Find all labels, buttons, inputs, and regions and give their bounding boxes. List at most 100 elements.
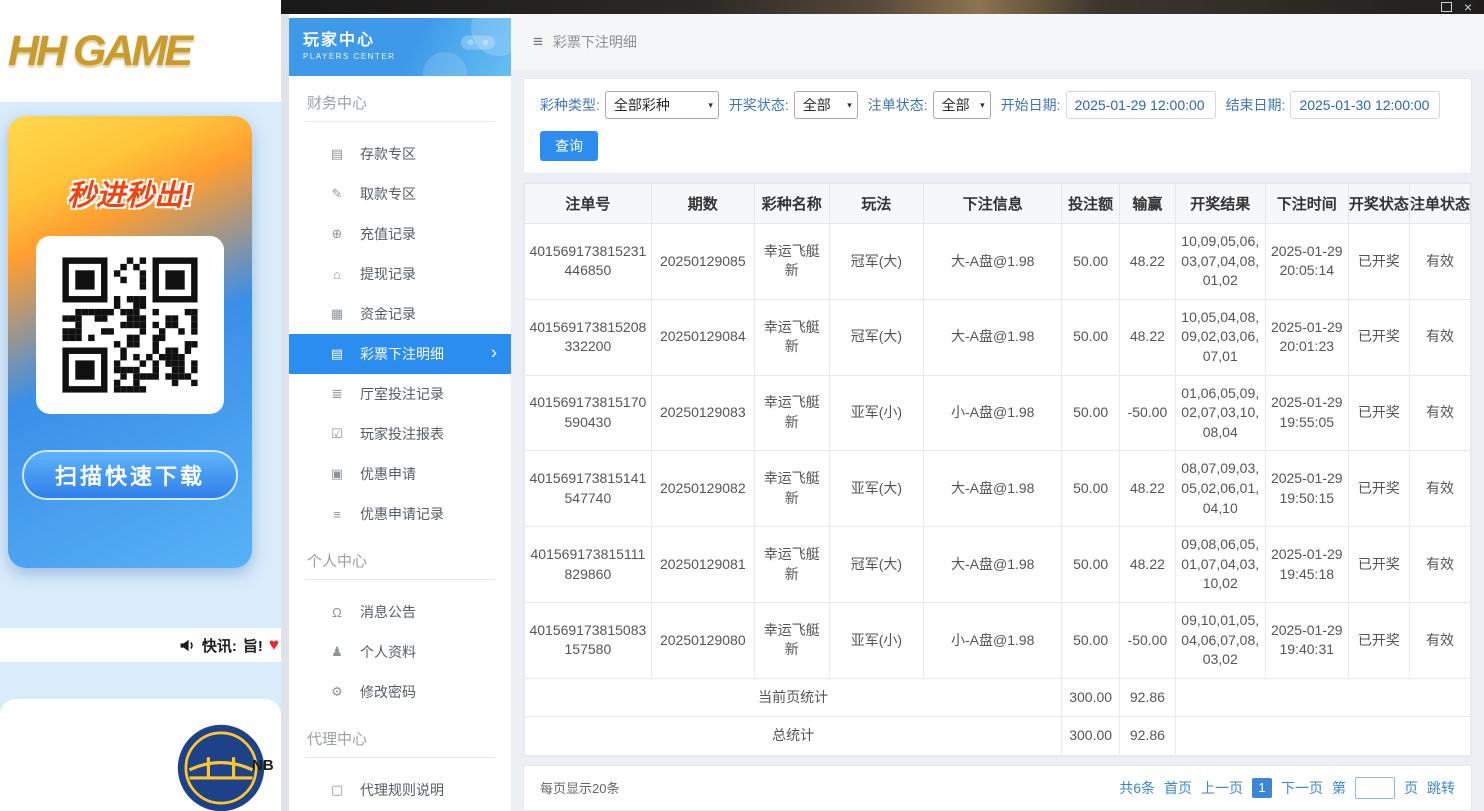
total-count: 共6条 bbox=[1119, 778, 1155, 798]
window-body: 玩家中心 PLAYERS CENTER 财务中心▤存款专区›✎取款专区›⊕充值记… bbox=[281, 14, 1484, 811]
jump-suffix-label: 页 bbox=[1404, 778, 1418, 798]
sidebar: 玩家中心 PLAYERS CENTER 财务中心▤存款专区›✎取款专区›⊕充值记… bbox=[289, 14, 511, 811]
column-header-draw-result: 开奖结果 bbox=[1175, 184, 1265, 224]
players-center-window: × 玩家中心 PLAYERS CENTER 财务中心▤存款专区›✎取款专区›⊕充… bbox=[281, 0, 1484, 811]
restore-window-icon[interactable] bbox=[1441, 2, 1452, 12]
sidebar-item-messages[interactable]: Ω消息公告› bbox=[289, 592, 511, 632]
draw-status-select[interactable]: 全部 ▾ bbox=[794, 91, 858, 119]
sidebar-item-cashout-records[interactable]: ⌂提现记录› bbox=[289, 254, 511, 294]
cell-draw-result: 01,06,05,09,02,07,03,10,08,04 bbox=[1175, 375, 1265, 451]
cell-bet-status: 有效 bbox=[1409, 451, 1470, 527]
cell-period: 20250129084 bbox=[651, 299, 754, 375]
hall-bets-icon: ≣ bbox=[329, 386, 345, 402]
summary-bet-amount: 300.00 bbox=[1062, 678, 1120, 717]
main-panel: ≡ 彩票下注明细 彩种类型: 全部彩种 ▾ 开奖状态: bbox=[511, 14, 1484, 811]
first-page-link[interactable]: 首页 bbox=[1164, 778, 1192, 798]
cell-draw-result: 10,05,04,08,09,02,03,06,07,01 bbox=[1175, 299, 1265, 375]
draw-status-filter: 开奖状态: 全部 ▾ bbox=[729, 91, 858, 119]
bet-status-select[interactable]: 全部 ▾ bbox=[933, 91, 991, 119]
end-date-input[interactable] bbox=[1290, 91, 1440, 119]
bet-status-value: 全部 bbox=[942, 95, 970, 115]
cell-bet-id: 401569173815170590430 bbox=[525, 375, 652, 451]
cell-bet-status: 有效 bbox=[1409, 527, 1470, 603]
sidebar-item-label: 修改密码 bbox=[360, 682, 416, 702]
site-logo: HH GAME bbox=[8, 27, 190, 76]
sidebar-item-agent-rules[interactable]: ▢代理规则说明› bbox=[289, 770, 511, 810]
news-marquee: 快讯: 旨! ♥ bbox=[0, 628, 281, 662]
summary-bet-amount: 300.00 bbox=[1062, 717, 1120, 756]
bets-table-card: 注单号期数彩种名称玩法下注信息投注额输赢开奖结果下注时间开奖状态注单状态 401… bbox=[523, 182, 1472, 757]
sidebar-subtitle: PLAYERS CENTER bbox=[303, 52, 511, 61]
cell-period: 20250129085 bbox=[651, 224, 754, 300]
column-header-bet-status: 注单状态 bbox=[1409, 184, 1470, 224]
chevron-down-icon: ▾ bbox=[980, 100, 985, 111]
column-header-win-loss: 输赢 bbox=[1119, 184, 1175, 224]
page-jump-input[interactable] bbox=[1355, 777, 1395, 799]
sidebar-item-label: 玩家投注报表 bbox=[360, 424, 444, 444]
cell-draw-status: 已开奖 bbox=[1348, 299, 1409, 375]
cell-draw-status: 已开奖 bbox=[1348, 451, 1409, 527]
withdraw-icon: ✎ bbox=[329, 186, 345, 202]
cell-draw-status: 已开奖 bbox=[1348, 375, 1409, 451]
promo-icon: ▣ bbox=[329, 466, 345, 482]
promo-records-icon: ≡ bbox=[329, 507, 345, 522]
menu-toggle-icon[interactable]: ≡ bbox=[533, 32, 543, 52]
cell-bet-time: 2025-01-29 19:45:18 bbox=[1265, 527, 1348, 603]
cell-period: 20250129080 bbox=[651, 602, 754, 678]
cell-bet-info: 大-A盘@1.98 bbox=[924, 527, 1062, 603]
window-titlebar: × bbox=[281, 0, 1484, 14]
sidebar-item-hall-bet-records[interactable]: ≣厅室投注记录› bbox=[289, 374, 511, 414]
close-window-icon[interactable]: × bbox=[1464, 2, 1472, 12]
summary-empty bbox=[1175, 678, 1470, 717]
lottery-type-value: 全部彩种 bbox=[614, 95, 670, 115]
cell-lottery-name: 幸运飞艇新 bbox=[754, 602, 829, 678]
table-row: 40156917381511182986020250129081幸运飞艇新冠军(… bbox=[525, 527, 1471, 603]
chevron-down-icon: ▾ bbox=[708, 100, 713, 111]
next-page-link[interactable]: 下一页 bbox=[1281, 778, 1323, 798]
cell-draw-result: 09,08,06,05,01,07,04,03,10,02 bbox=[1175, 527, 1265, 603]
start-date-label: 开始日期: bbox=[1001, 95, 1061, 115]
marquee-text: 旨! bbox=[243, 635, 263, 656]
lottery-type-select[interactable]: 全部彩种 ▾ bbox=[605, 91, 719, 119]
column-header-bet-amount: 投注额 bbox=[1062, 184, 1120, 224]
qr-code bbox=[56, 251, 204, 399]
sidebar-item-promo-apply-records[interactable]: ≡优惠申请记录› bbox=[289, 494, 511, 534]
sidebar-item-player-bet-report[interactable]: ☑玩家投注报表› bbox=[289, 414, 511, 454]
heart-icon: ♥ bbox=[269, 635, 279, 655]
cell-bet-id: 401569173815111829860 bbox=[525, 527, 652, 603]
start-date-input[interactable] bbox=[1066, 91, 1216, 119]
sidebar-item-lottery-bet-details[interactable]: ▤彩票下注明细› bbox=[289, 334, 511, 374]
cell-draw-status: 已开奖 bbox=[1348, 527, 1409, 603]
jump-button[interactable]: 跳转 bbox=[1427, 778, 1455, 798]
lottery-type-label: 彩种类型: bbox=[540, 95, 600, 115]
sidebar-item-recharge-records[interactable]: ⊕充值记录› bbox=[289, 214, 511, 254]
cell-draw-status: 已开奖 bbox=[1348, 224, 1409, 300]
cell-draw-status: 已开奖 bbox=[1348, 602, 1409, 678]
sidebar-item-funds-records[interactable]: ▦资金记录› bbox=[289, 294, 511, 334]
sidebar-item-label: 存款专区 bbox=[360, 144, 416, 164]
table-row: 40156917381517059043020250129083幸运飞艇新亚军(… bbox=[525, 375, 1471, 451]
draw-status-value: 全部 bbox=[803, 95, 831, 115]
lottery-type-filter: 彩种类型: 全部彩种 ▾ bbox=[540, 91, 719, 119]
search-button[interactable]: 查询 bbox=[540, 131, 598, 161]
cell-bet-amount: 50.00 bbox=[1062, 527, 1120, 603]
current-page[interactable]: 1 bbox=[1252, 778, 1272, 798]
prev-page-link[interactable]: 上一页 bbox=[1201, 778, 1243, 798]
sidebar-item-label: 消息公告 bbox=[360, 602, 416, 622]
summary-empty bbox=[1175, 717, 1470, 756]
sidebar-item-promo-apply[interactable]: ▣优惠申请› bbox=[289, 454, 511, 494]
cell-period: 20250129081 bbox=[651, 527, 754, 603]
table-header-row: 注单号期数彩种名称玩法下注信息投注额输赢开奖结果下注时间开奖状态注单状态 bbox=[525, 184, 1471, 224]
funds-icon: ▦ bbox=[329, 306, 345, 322]
sidebar-item-withdraw[interactable]: ✎取款专区› bbox=[289, 174, 511, 214]
promo-headline: 秒进秒出! bbox=[8, 172, 252, 214]
sidebar-item-profile[interactable]: ♟个人资料› bbox=[289, 632, 511, 672]
page-title: 彩票下注明细 bbox=[553, 32, 637, 52]
cell-play-type: 亚军(大) bbox=[829, 451, 924, 527]
sidebar-item-deposit[interactable]: ▤存款专区› bbox=[289, 134, 511, 174]
column-header-play-type: 玩法 bbox=[829, 184, 924, 224]
sidebar-item-change-password[interactable]: ⚙修改密码› bbox=[289, 672, 511, 712]
download-button[interactable]: 扫描快速下载 bbox=[22, 450, 238, 500]
promo-banner: 秒进秒出! 扫描快速下载 bbox=[8, 116, 252, 568]
cell-bet-info: 大-A盘@1.98 bbox=[924, 224, 1062, 300]
